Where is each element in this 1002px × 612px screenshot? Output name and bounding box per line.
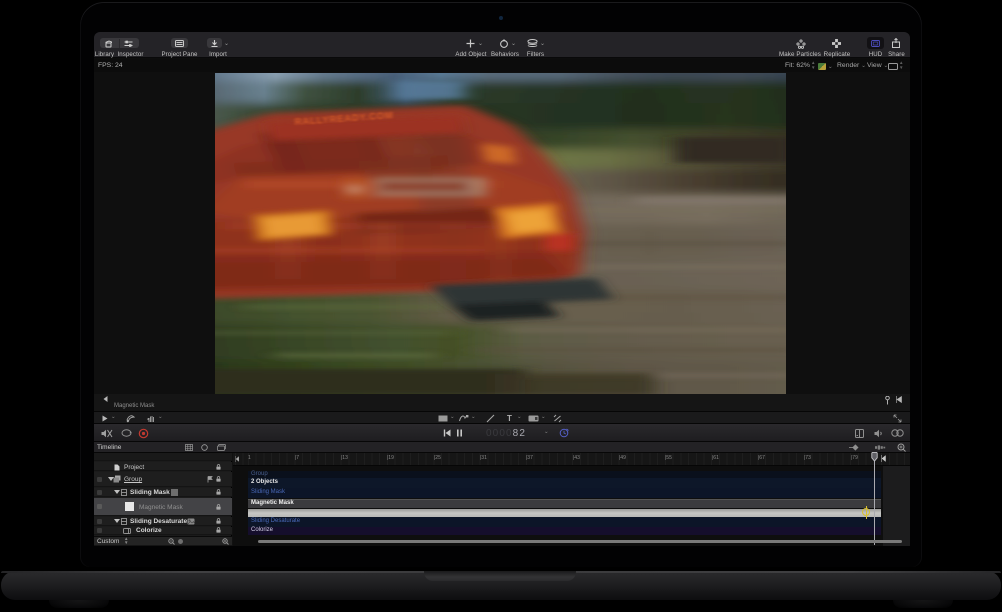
svg-text:555: 555: [346, 185, 363, 196]
